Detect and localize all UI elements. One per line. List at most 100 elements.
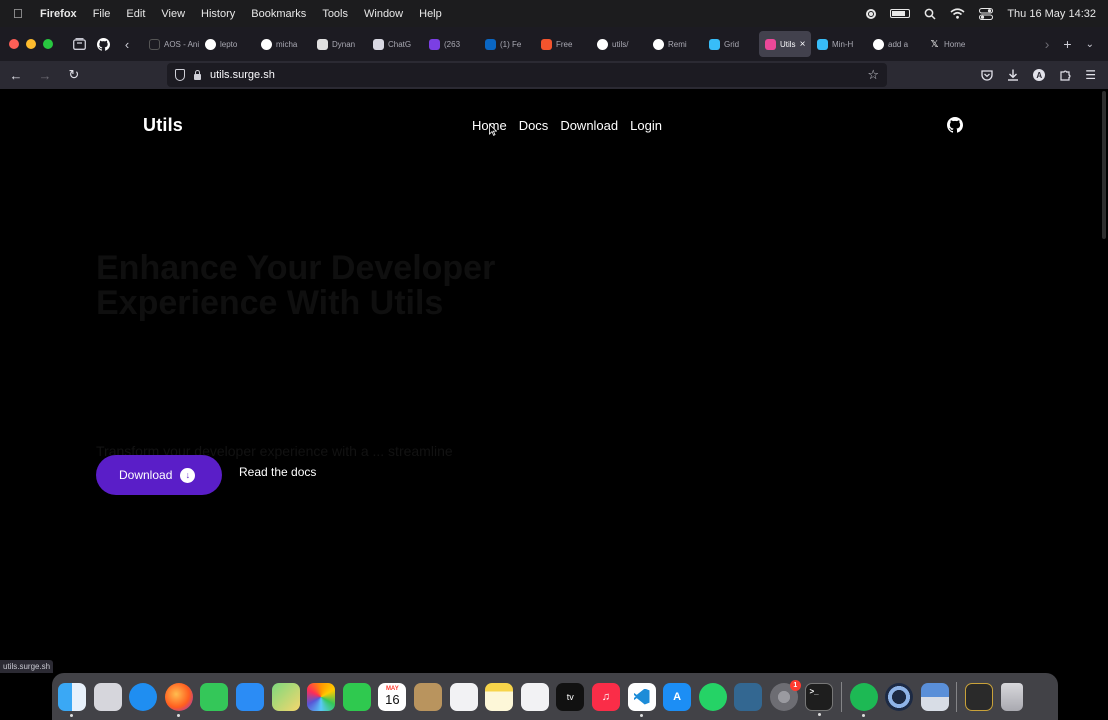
reload-icon[interactable]: ↻ bbox=[61, 67, 87, 83]
menu-view[interactable]: View bbox=[161, 8, 185, 20]
battery-icon[interactable] bbox=[890, 9, 911, 18]
tab-github-add[interactable]: add a bbox=[867, 31, 923, 57]
tab-utils-active[interactable]: Utils × bbox=[759, 31, 811, 57]
menu-app-name[interactable]: Firefox bbox=[40, 8, 77, 20]
tab-github-remix[interactable]: Remi bbox=[647, 31, 703, 57]
freeform-icon[interactable] bbox=[520, 682, 549, 711]
facetime-icon[interactable] bbox=[342, 682, 371, 711]
menu-clock[interactable]: Thu 16 May 14:32 bbox=[1007, 8, 1096, 20]
menu-history[interactable]: History bbox=[201, 8, 235, 20]
tab-x-home[interactable]: 𝕏 Home bbox=[923, 31, 979, 57]
tab-github-utils[interactable]: utils/ bbox=[591, 31, 647, 57]
tab-github-micha[interactable]: micha bbox=[255, 31, 311, 57]
close-window-button[interactable] bbox=[9, 39, 19, 49]
terminal-icon[interactable]: >_ bbox=[805, 682, 834, 716]
menu-help[interactable]: Help bbox=[419, 8, 442, 20]
back-arrow-icon[interactable]: ← bbox=[3, 68, 29, 83]
url-text[interactable]: utils.surge.sh bbox=[210, 69, 275, 81]
trash-icon[interactable] bbox=[1000, 682, 1023, 711]
reminders-icon[interactable] bbox=[449, 682, 478, 711]
github-icon[interactable] bbox=[947, 117, 963, 133]
tab-free[interactable]: Free bbox=[535, 31, 591, 57]
finder-icon[interactable] bbox=[58, 682, 86, 717]
spotlight-search-icon[interactable] bbox=[924, 8, 936, 20]
tab-aos[interactable]: AOS - Ani bbox=[143, 31, 199, 57]
firefox-view-button[interactable] bbox=[67, 32, 91, 56]
firefox-view-icon bbox=[72, 38, 86, 50]
control-center-icon[interactable] bbox=[979, 7, 994, 20]
menu-edit[interactable]: Edit bbox=[126, 8, 145, 20]
running-indicator bbox=[176, 713, 180, 717]
menu-file[interactable]: File bbox=[93, 8, 111, 20]
new-tab-icon[interactable]: + bbox=[1063, 36, 1071, 52]
tab-mail[interactable]: (263 bbox=[423, 31, 479, 57]
menu-bookmarks[interactable]: Bookmarks bbox=[251, 8, 306, 20]
tab-dynamic[interactable]: Dynan bbox=[311, 31, 367, 57]
tab-grid[interactable]: Grid bbox=[703, 31, 759, 57]
app-store-icon[interactable]: A bbox=[663, 682, 692, 711]
application-menu-icon[interactable]: ☰ bbox=[1085, 68, 1096, 82]
github-icon bbox=[205, 38, 216, 50]
tabs-scroll-left-button[interactable]: ‹ bbox=[115, 32, 139, 56]
menu-window[interactable]: Window bbox=[364, 8, 403, 20]
x-icon: 𝕏 bbox=[930, 38, 939, 50]
spotify-icon[interactable] bbox=[849, 682, 878, 717]
tailwind-icon bbox=[817, 38, 828, 50]
wifi-icon[interactable] bbox=[950, 8, 965, 19]
hero-download-button[interactable]: Download ↓ bbox=[96, 455, 222, 495]
downloads-stack-icon[interactable] bbox=[965, 682, 994, 711]
running-indicator bbox=[70, 713, 73, 717]
extensions-puzzle-icon[interactable] bbox=[1059, 69, 1071, 81]
firefox-icon[interactable] bbox=[164, 682, 193, 717]
site-brand-logo[interactable]: Utils bbox=[143, 115, 183, 136]
list-all-tabs-icon[interactable]: ⌄ bbox=[1086, 39, 1094, 50]
messages-icon[interactable] bbox=[200, 682, 229, 711]
maps-icon[interactable] bbox=[271, 682, 300, 711]
apple-menu-icon[interactable]:  bbox=[13, 6, 27, 21]
screenshot-preview-icon[interactable] bbox=[920, 682, 949, 711]
dock-separator bbox=[956, 681, 958, 712]
apple-tv-icon[interactable]: tv bbox=[556, 682, 585, 711]
pinned-tab-github[interactable] bbox=[91, 32, 115, 56]
download-arrow-icon: ↓ bbox=[180, 467, 196, 483]
downloads-icon[interactable] bbox=[1007, 69, 1019, 81]
github-icon bbox=[653, 38, 664, 50]
site-navigation: Home Docs Download Login bbox=[472, 118, 662, 133]
tab-chatgpt[interactable]: ChatG bbox=[367, 31, 423, 57]
menu-tools[interactable]: Tools bbox=[322, 8, 348, 20]
vscode-icon[interactable] bbox=[627, 682, 656, 717]
notes-icon[interactable] bbox=[485, 682, 514, 711]
calendar-icon[interactable]: MAY 16 bbox=[378, 682, 407, 711]
mail-icon[interactable] bbox=[235, 682, 264, 711]
photos-icon[interactable] bbox=[307, 682, 336, 711]
page-scrollbar[interactable] bbox=[1102, 91, 1106, 239]
forward-arrow-icon[interactable]: → bbox=[32, 68, 58, 83]
system-settings-icon[interactable]: 1 bbox=[769, 679, 801, 711]
quicktime-icon[interactable] bbox=[885, 682, 914, 711]
account-avatar-icon[interactable]: A bbox=[1033, 69, 1046, 81]
screen-record-icon[interactable] bbox=[866, 8, 877, 19]
contacts-icon[interactable] bbox=[413, 682, 442, 711]
padlock-icon[interactable] bbox=[193, 70, 202, 80]
nav-link-login[interactable]: Login bbox=[630, 118, 662, 133]
music-icon[interactable]: ♫ bbox=[591, 682, 620, 711]
url-bar[interactable]: utils.surge.sh ☆ bbox=[167, 63, 887, 87]
bookmark-star-icon[interactable]: ☆ bbox=[867, 67, 879, 83]
whatsapp-icon[interactable] bbox=[698, 682, 727, 711]
nav-link-docs[interactable]: Docs bbox=[519, 118, 549, 133]
launchpad-icon[interactable] bbox=[93, 682, 122, 711]
zoom-window-button[interactable] bbox=[43, 39, 53, 49]
tracking-protection-shield-icon[interactable] bbox=[175, 69, 185, 81]
mail-icon bbox=[429, 38, 440, 50]
nav-link-download[interactable]: Download bbox=[560, 118, 618, 133]
tab-min-h[interactable]: Min-H bbox=[811, 31, 867, 57]
tab-github-lepto[interactable]: lepto bbox=[199, 31, 255, 57]
pocket-icon[interactable] bbox=[981, 69, 993, 81]
tabs-scroll-right-icon[interactable]: › bbox=[1045, 36, 1050, 52]
safari-icon[interactable] bbox=[129, 682, 158, 711]
minimize-window-button[interactable] bbox=[26, 39, 36, 49]
read-docs-link[interactable]: Read the docs bbox=[239, 465, 316, 479]
tab-linkedin[interactable]: (1) Fe bbox=[479, 31, 535, 57]
postgresql-icon[interactable] bbox=[734, 682, 763, 711]
close-tab-icon[interactable]: × bbox=[800, 39, 806, 50]
